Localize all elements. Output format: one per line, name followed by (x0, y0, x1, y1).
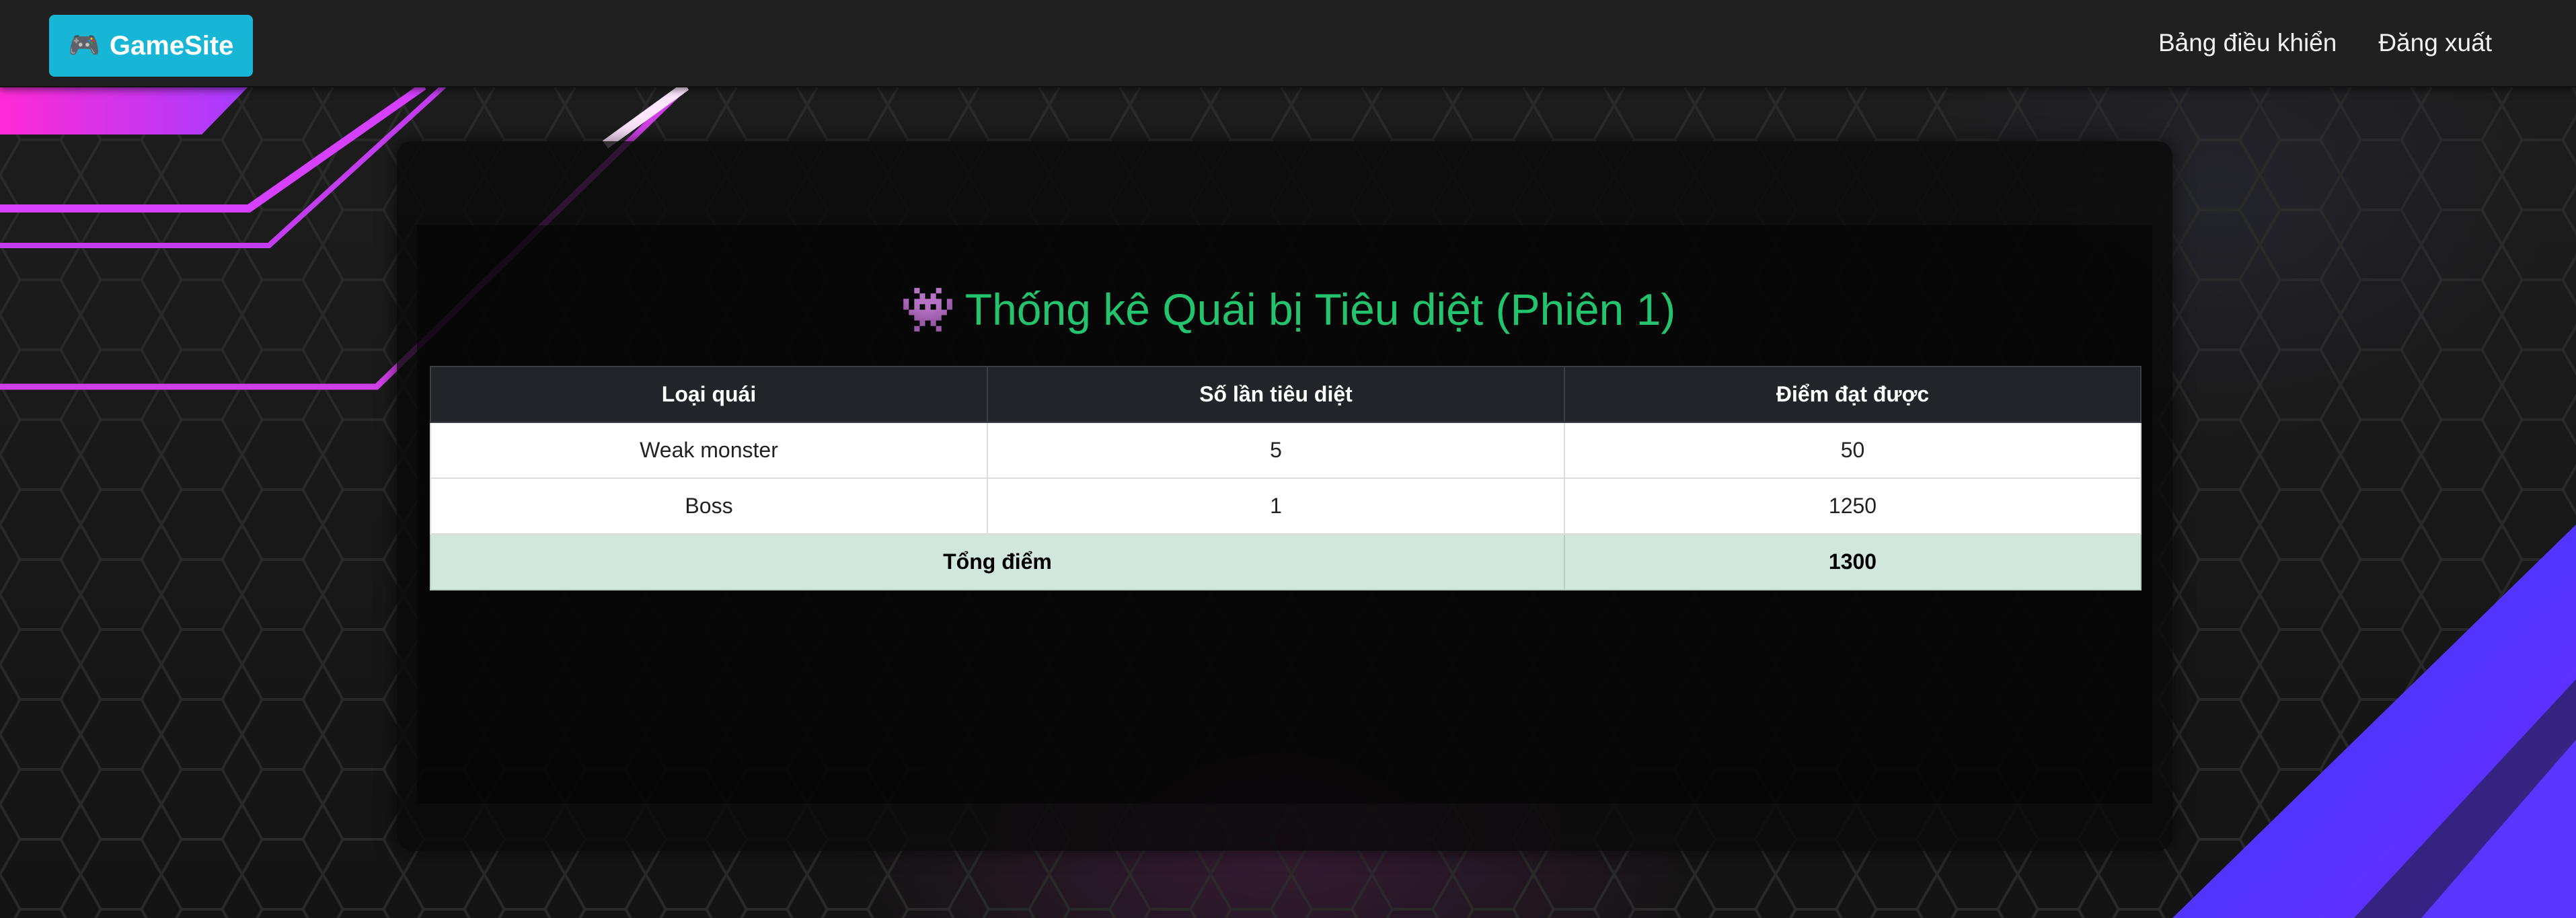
table-row: Boss 1 1250 (430, 477, 2142, 535)
gamepad-icon: 🎮 (68, 32, 100, 60)
nav-link-dashboard[interactable]: Bảng điều khiển (2158, 29, 2337, 57)
monster-stats-table: Loại quái Số lần tiêu diệt Điểm đạt được… (430, 366, 2142, 590)
column-header-points: Điểm đạt được (1564, 366, 2142, 423)
cell-kill-count: 5 (987, 422, 1565, 479)
column-header-monster-type: Loại quái (430, 366, 988, 423)
top-navbar: 🎮 GameSite Bảng điều khiển Đăng xuất (0, 0, 2576, 87)
space-invader-icon: 👾 (900, 284, 956, 334)
column-header-kill-count: Số lần tiêu diệt (987, 366, 1565, 423)
cell-kill-count: 1 (987, 477, 1565, 535)
cell-points: 1250 (1564, 477, 2142, 535)
cell-monster-type: Boss (430, 477, 988, 535)
table-row: Weak monster 5 50 (430, 422, 2142, 479)
table-total-row: Tổng điểm 1300 (430, 533, 2142, 590)
brand-button[interactable]: 🎮 GameSite (49, 15, 253, 77)
cell-points: 50 (1564, 422, 2142, 479)
nav-link-logout[interactable]: Đăng xuất (2378, 29, 2492, 57)
total-label: Tổng điểm (430, 533, 1565, 590)
brand-label: GameSite (109, 30, 234, 61)
table-header-row: Loại quái Số lần tiêu diệt Điểm đạt được (430, 366, 2142, 423)
page-title-text: Thống kê Quái bị Tiêu diệt (Phiên 1) (964, 284, 1676, 334)
cell-monster-type: Weak monster (430, 422, 988, 479)
total-points: 1300 (1564, 533, 2142, 590)
nav-links: Bảng điều khiển Đăng xuất (2158, 0, 2492, 86)
page-title: 👾 Thống kê Quái bị Tiêu diệt (Phiên 1) (0, 282, 2576, 336)
